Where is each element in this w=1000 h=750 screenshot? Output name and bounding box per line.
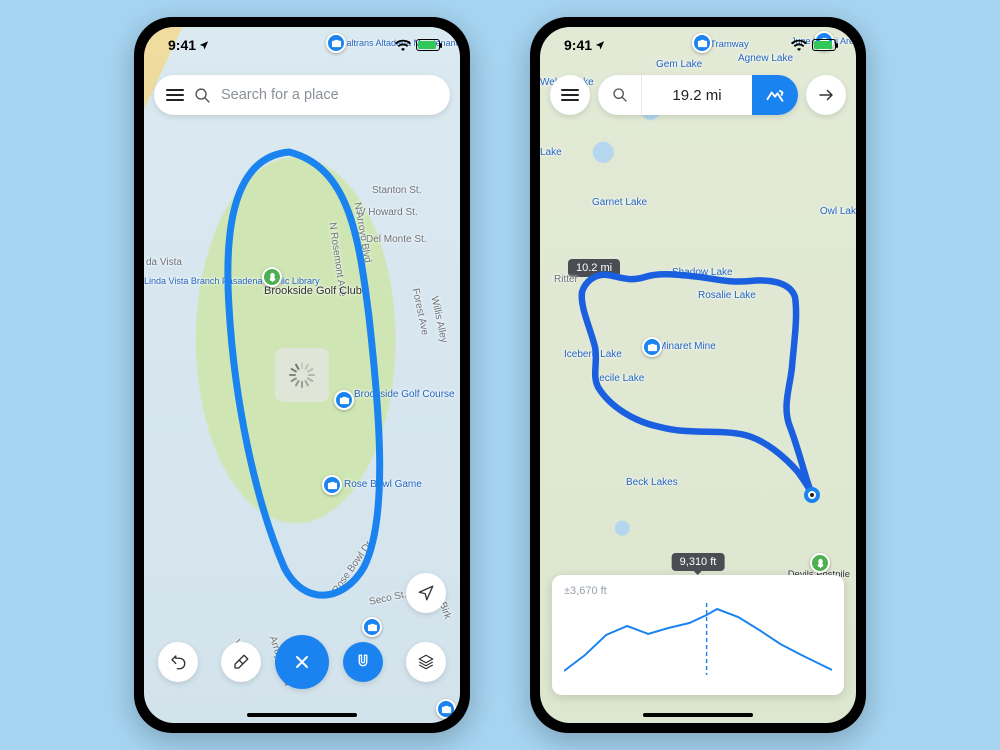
- home-indicator: [643, 713, 753, 718]
- top-row: 19.2 mi: [550, 75, 846, 115]
- battery-icon: [812, 39, 836, 51]
- camera-poi-icon[interactable]: [334, 390, 354, 410]
- loading-spinner: [275, 348, 329, 402]
- camera-poi-icon[interactable]: [322, 475, 342, 495]
- search-segment[interactable]: [598, 75, 642, 115]
- menu-icon[interactable]: [166, 89, 184, 101]
- distance-pill: 19.2 mi: [598, 75, 798, 115]
- route-start-marker[interactable]: [804, 487, 820, 503]
- elevation-profile-chart[interactable]: [564, 597, 832, 677]
- distance-value[interactable]: 19.2 mi: [642, 75, 752, 115]
- search-icon: [612, 87, 628, 103]
- status-bar: 9:41: [144, 27, 460, 63]
- elevation-icon: [765, 85, 785, 105]
- snap-route-button[interactable]: [343, 642, 383, 682]
- locate-button[interactable]: [406, 573, 446, 613]
- undo-icon: [169, 653, 187, 671]
- search-input[interactable]: [221, 87, 438, 103]
- status-bar: 9:41: [540, 27, 856, 63]
- next-button[interactable]: [806, 75, 846, 115]
- layers-icon: [417, 653, 435, 671]
- spinner-icon: [289, 362, 315, 388]
- wifi-icon: [791, 39, 807, 51]
- close-icon: [292, 652, 312, 672]
- screen-a: Caltrans Altadena Maintenance Station St…: [144, 27, 460, 723]
- bottom-toolbar: [144, 635, 460, 689]
- camera-poi-icon[interactable]: [362, 617, 382, 637]
- menu-button[interactable]: [550, 75, 590, 115]
- erase-button[interactable]: [221, 642, 261, 682]
- status-time: 9:41: [168, 37, 209, 53]
- undo-button[interactable]: [158, 642, 198, 682]
- phone-left: Caltrans Altadena Maintenance Station St…: [134, 17, 470, 733]
- menu-icon: [561, 89, 579, 101]
- location-arrow-icon: [199, 40, 209, 50]
- camera-poi-icon[interactable]: [642, 337, 662, 357]
- elevation-range: ±3,670 ft: [564, 585, 832, 597]
- layers-button[interactable]: [406, 642, 446, 682]
- magnet-icon: [354, 653, 372, 671]
- elevation-marker-tooltip: 9,310 ft: [672, 553, 725, 571]
- phone-right: 10.2 mi Tramway June Mt Ski Are Gem Lake…: [530, 17, 866, 733]
- eraser-icon: [232, 653, 250, 671]
- arrow-right-icon: [817, 86, 835, 104]
- tree-poi-icon[interactable]: [810, 553, 830, 573]
- close-draw-button[interactable]: [275, 635, 329, 689]
- elevation-card[interactable]: 9,310 ft ±3,670 ft: [552, 575, 844, 695]
- wifi-icon: [395, 39, 411, 51]
- status-time: 9:41: [564, 37, 605, 53]
- battery-icon: [416, 39, 440, 51]
- search-icon: [194, 87, 211, 104]
- tree-poi-icon[interactable]: [262, 267, 282, 287]
- elevation-toggle[interactable]: [752, 75, 798, 115]
- search-row: [154, 75, 450, 115]
- location-arrow-icon: [417, 584, 435, 602]
- home-indicator: [247, 713, 357, 718]
- camera-poi-icon[interactable]: [436, 699, 456, 719]
- screen-b: 10.2 mi Tramway June Mt Ski Are Gem Lake…: [540, 27, 856, 723]
- location-arrow-icon: [595, 40, 605, 50]
- search-bar[interactable]: [154, 75, 450, 115]
